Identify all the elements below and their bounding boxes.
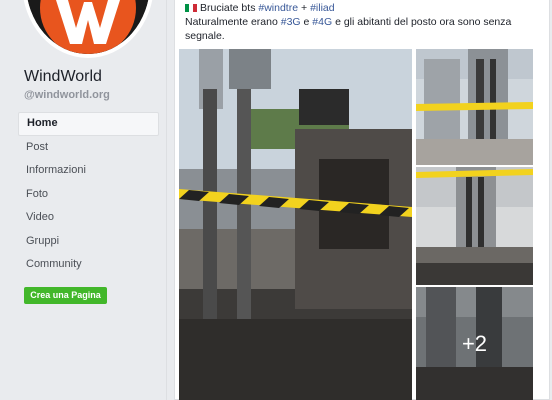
- post-photo-main[interactable]: [179, 49, 412, 400]
- nav-item-foto[interactable]: Foto: [18, 183, 159, 207]
- hashtag-windtre[interactable]: #windtre: [258, 2, 298, 14]
- more-photos-overlay[interactable]: +2: [416, 287, 533, 400]
- post-conj: e: [303, 16, 310, 28]
- post-card: Bruciate bts #windtre + #iliad Naturalme…: [174, 0, 550, 400]
- hashtag-iliad[interactable]: #iliad: [310, 2, 335, 14]
- page-sidebar: WindWorld @windworld.org Home Post Infor…: [0, 0, 166, 400]
- page-nav: Home Post Informazioni Foto Video Gruppi…: [18, 112, 159, 277]
- nav-item-gruppi[interactable]: Gruppi: [18, 230, 159, 254]
- page-handle[interactable]: @windworld.org: [24, 89, 110, 101]
- create-page-button[interactable]: Crea una Pagina: [24, 287, 107, 304]
- post-plus: +: [301, 2, 308, 14]
- nav-item-video[interactable]: Video: [18, 206, 159, 230]
- post-photo-3[interactable]: [416, 167, 533, 285]
- nav-item-post[interactable]: Post: [18, 136, 159, 160]
- page-name[interactable]: WindWorld: [24, 68, 102, 86]
- post-prefix: Bruciate bts: [200, 2, 256, 14]
- windworld-logo: [26, 0, 150, 54]
- post-photo-4[interactable]: +2: [416, 287, 533, 400]
- post-photo-2[interactable]: [416, 49, 533, 165]
- hashtag-4g[interactable]: #4G: [312, 16, 332, 28]
- nav-item-community[interactable]: Community: [18, 253, 159, 277]
- more-photos-count: +2: [461, 330, 488, 356]
- sidebar-divider: [166, 0, 167, 400]
- post-line-2: Naturalmente erano #3G e #4G e gli abita…: [185, 15, 535, 43]
- italy-flag-icon: [185, 4, 197, 13]
- post-line-1: Bruciate bts #windtre + #iliad: [185, 1, 535, 15]
- hashtag-3g[interactable]: #3G: [281, 16, 301, 28]
- nav-item-informazioni[interactable]: Informazioni: [18, 159, 159, 183]
- profile-avatar[interactable]: [22, 0, 154, 58]
- nav-item-home[interactable]: Home: [18, 112, 159, 136]
- post-line2-start: Naturalmente erano: [185, 16, 278, 28]
- post-text: Bruciate bts #windtre + #iliad Naturalme…: [185, 1, 535, 43]
